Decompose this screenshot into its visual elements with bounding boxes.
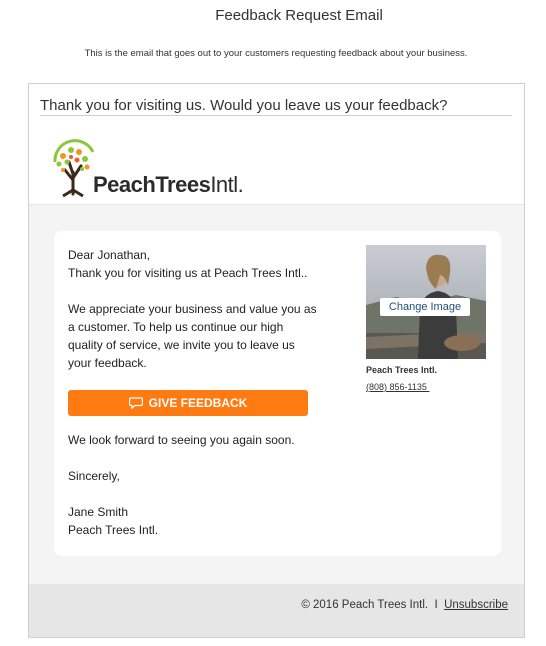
chat-bubble-icon bbox=[128, 397, 143, 409]
signature-name: Jane Smith bbox=[68, 505, 129, 519]
business-name: Peach Trees Intl. bbox=[366, 365, 438, 375]
closing-line: We look forward to seeing you again soon… bbox=[68, 433, 295, 447]
give-feedback-label: GIVE FEEDBACK bbox=[148, 396, 248, 410]
signoff: Sincerely, bbox=[68, 469, 120, 483]
footer-separator: I bbox=[434, 599, 438, 611]
email-subject: Thank you for visiting us. Would you lea… bbox=[40, 97, 448, 114]
signature-company: Peach Trees Intl. bbox=[68, 523, 159, 537]
change-image-button[interactable]: Change Image bbox=[380, 298, 470, 316]
letter-closing: We look forward to seeing you again soon… bbox=[68, 431, 318, 539]
copyright-text: © 2016 Peach Trees Intl. bbox=[301, 599, 429, 611]
logo-wordmark: PeachTreesIntl. bbox=[93, 172, 244, 197]
footer-text: © 2016 Peach Trees Intl. I Unsubscribe bbox=[301, 599, 508, 611]
page-title: Feedback Request Email bbox=[215, 7, 383, 24]
email-footer: © 2016 Peach Trees Intl. I Unsubscribe bbox=[29, 584, 524, 637]
subject-divider bbox=[40, 115, 512, 116]
greeting: Dear Jonathan, bbox=[68, 248, 151, 262]
give-feedback-button[interactable]: GIVE FEEDBACK bbox=[68, 390, 308, 416]
company-logo: PeachTreesIntl. bbox=[49, 132, 289, 202]
business-phone-link[interactable]: (808) 856-1135 bbox=[366, 382, 429, 392]
body-paragraph: We appreciate your business and value yo… bbox=[68, 302, 317, 370]
thanks-line: Thank you for visiting us at Peach Trees… bbox=[68, 266, 308, 280]
email-header: Thank you for visiting us. Would you lea… bbox=[29, 84, 524, 205]
email-preview: Thank you for visiting us. Would you lea… bbox=[28, 83, 525, 638]
page-subtitle: This is the email that goes out to your … bbox=[84, 48, 468, 59]
unsubscribe-link[interactable]: Unsubscribe bbox=[444, 599, 508, 611]
email-body-card: Dear Jonathan, Thank you for visiting us… bbox=[54, 231, 501, 556]
letter-body: Dear Jonathan, Thank you for visiting us… bbox=[68, 246, 318, 372]
profile-photo: Change Image bbox=[366, 245, 486, 359]
